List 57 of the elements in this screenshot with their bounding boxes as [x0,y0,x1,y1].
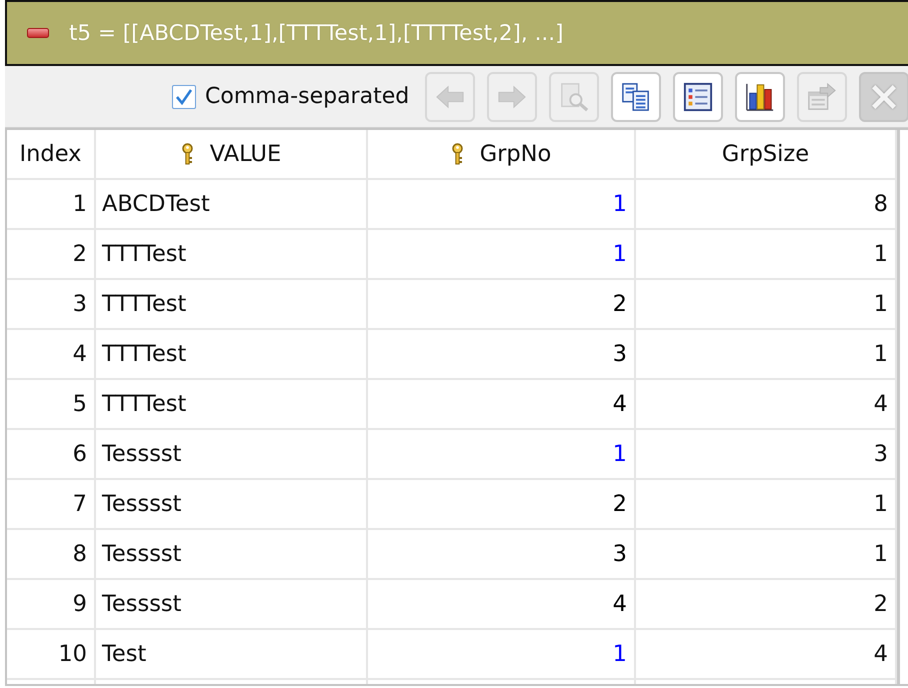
index-cell: 8 [7,530,96,580]
column-header[interactable]: GrpSize [722,141,810,167]
group-size-cell: 4 [636,630,897,680]
value-cell: Tesssst [96,430,368,480]
group-size-cell: 1 [636,230,897,280]
group-number-cell: 3 [368,530,636,580]
checkbox[interactable] [172,84,196,108]
group-size-cell: 1 [636,530,897,580]
group-number-cell: 3 [368,330,636,380]
group-size-cell: 1 [636,330,897,380]
column-header[interactable]: GrpNo [480,141,552,167]
group-number-cell: 2 [368,280,636,330]
value-cell: TTTTest [96,230,368,280]
index-cell: 1 [7,180,96,230]
checkbox-label[interactable]: Comma-separated [205,84,410,109]
copy-button[interactable] [611,72,662,122]
column-header[interactable]: Index [20,141,82,167]
value-cell: Tesssst [96,530,368,580]
group-number-cell: 1 [368,630,636,680]
group-size-cell: 3 [636,430,897,480]
group-number-cell: 1 [368,230,636,280]
value-cell: Tesssst [96,480,368,530]
minus-icon[interactable] [27,28,49,38]
list-icon [683,82,714,112]
chart-button[interactable] [735,72,786,122]
index-cell: 6 [7,430,96,480]
group-number-cell: 2 [368,480,636,530]
value-cell: TTTTest [96,380,368,430]
index-cell: 3 [7,280,96,330]
group-number-cell: 1 [368,180,636,230]
index-cell: 2 [7,230,96,280]
group-number-cell: 1 [368,430,636,480]
list-button[interactable] [673,72,724,122]
copy-documents-icon [621,82,652,112]
value-cell: Test [96,630,368,680]
expression-text: t5 = [[ABCDTest,1],[TTTTest,1],[TTTTest,2], ...] [69,20,564,46]
column-header[interactable]: VALUE [210,141,282,167]
group-size-cell: 2 [636,580,897,630]
index-cell: 7 [7,480,96,530]
group-size-cell: 4 [636,380,897,430]
group-size-cell: 1 [636,280,897,330]
bar-chart-icon [745,82,776,112]
value-cell: ABCDTest [96,180,368,230]
value-cell: TTTTest [96,280,368,330]
index-cell: 5 [7,380,96,430]
group-number-cell: 4 [368,580,636,630]
value-cell: TTTTest [96,330,368,380]
value-cell: Tesssst [96,580,368,630]
index-cell: 9 [7,580,96,630]
magnifier-document-icon [559,82,590,112]
group-number-cell: 4 [368,380,636,430]
window-arrow-icon [807,82,838,112]
checkmark-icon [175,88,193,104]
group-size-cell: 1 [636,480,897,530]
group-size-cell: 8 [636,180,897,230]
index-cell: 4 [7,330,96,380]
index-cell: 10 [7,630,96,680]
